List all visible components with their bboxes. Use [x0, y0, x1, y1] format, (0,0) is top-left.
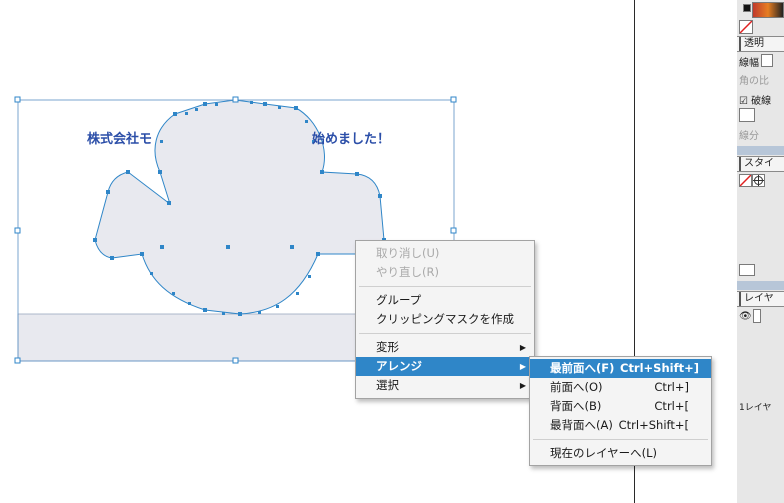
tab-transparency[interactable]: 透明 [737, 36, 784, 52]
headline-text-left: 株式会社モ [87, 131, 152, 147]
menu-item-arrange[interactable]: アレンジ ▶ [356, 357, 534, 376]
bottom-rectangle[interactable] [17, 313, 359, 362]
none-swatch-icon[interactable] [739, 20, 753, 34]
menu-item-bring-to-front[interactable]: 最前面へ(F) Ctrl+Shift+] [530, 359, 711, 378]
menu-item-group[interactable]: グループ [356, 291, 534, 310]
layer-visibility-eye-icon[interactable]: 👁 [739, 311, 752, 322]
fill-swatch[interactable] [743, 4, 751, 12]
menu-item-redo[interactable]: やり直し(R) [356, 263, 534, 282]
submenu-arrow-icon: ▶ [519, 362, 526, 371]
menu-separator [359, 333, 531, 334]
menu-item-transform[interactable]: 変形 ▶ [356, 338, 534, 357]
menu-separator [533, 439, 708, 440]
arrange-submenu: 最前面へ(F) Ctrl+Shift+] 前面へ(O) Ctrl+] 背面へ(B) C… [529, 356, 712, 466]
menu-item-send-backward[interactable]: 背面へ(B) Ctrl+[ [530, 397, 711, 416]
stroke-width-stepper[interactable] [761, 54, 773, 67]
menu-separator [359, 286, 531, 287]
menu-item-send-to-current-layer[interactable]: 現在のレイヤーへ(L) [530, 444, 711, 463]
menu-item-bring-forward[interactable]: 前面へ(O) Ctrl+] [530, 378, 711, 397]
menu-item-send-to-back[interactable]: 最背面へ(A) Ctrl+Shift+[ [530, 416, 711, 435]
corner-label: 角の比 [739, 76, 769, 87]
color-ramp[interactable] [752, 2, 784, 18]
stroke-width-label: 線幅 [739, 58, 759, 69]
tab-style[interactable]: スタイ [737, 156, 784, 172]
layer-lock-toggle[interactable] [753, 309, 761, 323]
layers-count: 1レイヤ [739, 403, 772, 413]
dash-field[interactable] [739, 108, 755, 122]
panel-header-bar [737, 281, 784, 290]
dashed-checkbox-row[interactable]: ☑ 破線 [739, 92, 771, 107]
dashed-checkbox-icon[interactable]: ☑ [739, 96, 748, 107]
submenu-arrow-icon: ▶ [519, 381, 526, 390]
tab-layers[interactable]: レイヤ [737, 291, 784, 307]
menu-item-undo[interactable]: 取り消し(U) [356, 244, 534, 263]
panel-header-bar [737, 146, 784, 155]
style-target-icon[interactable] [752, 174, 765, 187]
style-none-icon[interactable] [739, 174, 752, 187]
menu-item-make-clipping-mask[interactable]: クリッピングマスクを作成 [356, 310, 534, 329]
headline-text-right: 始めました！ [312, 131, 390, 147]
right-panel-dock: 透明 線幅 角の比 ☑ 破線 線分 スタイ レイヤ 👁 1レイヤ [737, 0, 784, 503]
menu-item-select[interactable]: 選択 ▶ [356, 376, 534, 395]
context-menu: 取り消し(U) やり直し(R) グループ クリッピングマスクを作成 変形 ▶ アレ… [355, 240, 535, 399]
submenu-arrow-icon: ▶ [519, 343, 526, 352]
new-style-button[interactable] [739, 264, 755, 276]
segment-label: 線分 [739, 131, 759, 142]
